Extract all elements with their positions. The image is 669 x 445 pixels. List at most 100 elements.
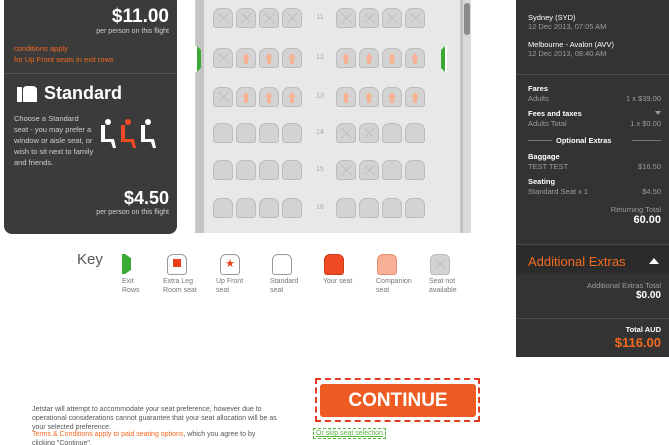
terms-link[interactable]: Terms & Conditions apply to paid seating…: [32, 431, 183, 438]
seat-16g[interactable]: [382, 198, 402, 218]
total-price: $116.00: [614, 335, 661, 350]
seat-15g[interactable]: [382, 160, 402, 180]
seat-15f: [359, 160, 379, 180]
seat-12c[interactable]: [259, 48, 279, 68]
seating-label: Seating: [528, 177, 556, 186]
seatmap-scroll-thumb[interactable]: [464, 3, 470, 35]
seat-14g[interactable]: [382, 123, 402, 143]
companion-key-icon: [377, 254, 397, 275]
exit-rows-key-icon: [122, 254, 131, 274]
seat-12h[interactable]: [405, 48, 425, 68]
seat-16c[interactable]: [259, 198, 279, 218]
seat-13a: [213, 87, 233, 107]
extra-legroom-key-icon: [167, 254, 187, 275]
divider: [516, 74, 669, 75]
seat-16a[interactable]: [213, 198, 233, 218]
booking-summary: Sydney (SYD) 12 Dec 2013, 07:05 AM Melbo…: [516, 0, 669, 357]
seat-14d[interactable]: [282, 123, 302, 143]
seat-15h[interactable]: [405, 160, 425, 180]
divider: [528, 140, 552, 141]
seat-16f[interactable]: [359, 198, 379, 218]
seat-14b[interactable]: [236, 123, 256, 143]
cabin-wall-left: [196, 0, 204, 233]
key-label: Exit Rows: [122, 278, 140, 294]
seat-15c[interactable]: [259, 160, 279, 180]
seat-11d: [282, 8, 302, 28]
seat-13e[interactable]: [336, 87, 356, 107]
additional-extras-total-label: Additional Extras Total: [586, 281, 661, 290]
seat-12f[interactable]: [359, 48, 379, 68]
depart-time: 12 Dec 2013, 07:05 AM: [528, 22, 607, 31]
seat-15b[interactable]: [236, 160, 256, 180]
upfront-conditions: conditions apply for Up Front seats in e…: [14, 43, 114, 65]
baggage-label: Baggage: [528, 152, 560, 161]
optional-extras-heading: Optional Extras: [556, 136, 612, 145]
seat-14h[interactable]: [405, 123, 425, 143]
additional-extras-total-value: $0.00: [635, 290, 661, 301]
key-label: Extra Leg Room seat: [163, 278, 197, 294]
seat-11f: [359, 8, 379, 28]
seat-14a[interactable]: [213, 123, 233, 143]
arrive-airport: Melbourne - Avalon (AVV): [528, 40, 615, 49]
seat-11h: [405, 8, 425, 28]
skip-seat-selection-link[interactable]: Or skip seat selection: [313, 428, 386, 439]
seated-people-icon: [101, 119, 156, 148]
seat-14c[interactable]: [259, 123, 279, 143]
seat-12g[interactable]: [382, 48, 402, 68]
seat-13h[interactable]: [405, 87, 425, 107]
terms-text: Terms & Conditions apply to paid seating…: [32, 430, 277, 445]
standard-per-person: per person on this flight: [96, 209, 169, 216]
seat-15a[interactable]: [213, 160, 233, 180]
conditions-line-1: conditions apply: [14, 44, 68, 53]
returning-total-label: Returning Total: [610, 205, 661, 214]
fares-label: Fares: [528, 84, 549, 93]
key-label: Seat not available: [429, 278, 457, 294]
adults-total-label: Adults Total: [528, 119, 567, 128]
seat-16d[interactable]: [282, 198, 302, 218]
key-label: Up Front seat: [216, 278, 244, 294]
seat-13f[interactable]: [359, 87, 379, 107]
additional-extras-title[interactable]: Additional Extras: [528, 254, 626, 269]
total-label: Total AUD: [625, 325, 661, 334]
depart-airport: Sydney (SYD): [528, 13, 576, 22]
collapse-arrow-icon[interactable]: [649, 258, 659, 264]
fees-label[interactable]: Fees and taxes: [528, 109, 582, 118]
seat-12e[interactable]: [336, 48, 356, 68]
standard-title: Standard: [44, 83, 123, 103]
seat-15d[interactable]: [282, 160, 302, 180]
exit-row-right-icon: [441, 46, 447, 72]
exit-row-left-icon: [195, 46, 201, 72]
standard-price: $4.50: [123, 188, 169, 208]
standard-key-icon: [272, 254, 292, 275]
seat-11c: [259, 8, 279, 28]
arrive-time: 12 Dec 2013, 08:40 AM: [528, 49, 607, 58]
seat-15e: [336, 160, 356, 180]
continue-button[interactable]: CONTINUE: [320, 384, 476, 417]
seat-type-panel: $11.00 per person on this flight conditi…: [4, 0, 177, 234]
your-seat-key-icon: [324, 254, 344, 275]
divider: [632, 140, 661, 141]
seat-16b[interactable]: [236, 198, 256, 218]
key-label: Standard seat: [270, 278, 299, 294]
upfront-key-icon: ★: [220, 254, 240, 275]
seat-12a: [213, 48, 233, 68]
seat-16e[interactable]: [336, 198, 356, 218]
seat-11b: [236, 8, 256, 28]
seat-13d[interactable]: [282, 87, 302, 107]
chevron-down-icon[interactable]: [655, 111, 661, 115]
row-number: 16: [316, 204, 324, 211]
seating-value: $4.50: [642, 187, 661, 196]
seat-13c[interactable]: [259, 87, 279, 107]
seat-12d[interactable]: [282, 48, 302, 68]
seat-16h[interactable]: [405, 198, 425, 218]
row-number: 15: [316, 166, 324, 173]
seat-13b[interactable]: [236, 87, 256, 107]
seat-13g[interactable]: [382, 87, 402, 107]
seat-preference-note: Jetstar will attempt to accommodate your…: [32, 406, 277, 431]
upfront-per-person: per person on this flight: [96, 28, 169, 35]
upfront-price: $11.00: [111, 6, 169, 27]
key-label: Companion seat: [376, 278, 412, 294]
seat-12b[interactable]: [236, 48, 256, 68]
seat-11a: [213, 8, 233, 28]
seat-11e: [336, 8, 356, 28]
